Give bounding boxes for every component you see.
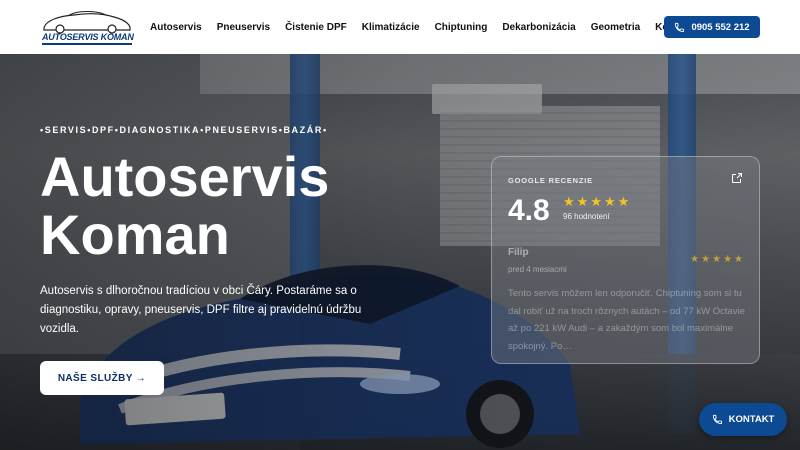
contact-floating-button[interactable]: KONTAKT bbox=[699, 403, 787, 436]
site-header: AUTOSERVIS KOMAN Autoservis Pneuservis Č… bbox=[0, 0, 800, 54]
star-icon: ★ bbox=[617, 194, 630, 209]
nav-chiptuning[interactable]: Chiptuning bbox=[435, 22, 488, 33]
hero-description: Autoservis s dlhoročnou tradíciou v obci… bbox=[40, 285, 362, 335]
nav-cistenie-dpf[interactable]: Čistenie DPF bbox=[285, 22, 347, 33]
hero-tagline: •SERVIS•DPF•DIAGNOSTIKA•PNEUSERVIS•BAZÁR… bbox=[40, 125, 328, 135]
external-link-icon[interactable] bbox=[731, 172, 743, 184]
logo-underline bbox=[42, 43, 132, 45]
reviews-label: GOOGLE RECENZIE bbox=[508, 176, 593, 185]
star-icon: ★ bbox=[563, 194, 575, 209]
star-icon: ★ bbox=[576, 194, 589, 209]
star-icon: ★ bbox=[701, 254, 711, 265]
rating-count: 96 hodnotení bbox=[563, 212, 610, 221]
nav-geometria[interactable]: Geometria bbox=[591, 22, 640, 33]
phone-number: 0905 552 212 bbox=[691, 21, 750, 33]
logo-text: AUTOSERVIS KOMAN bbox=[42, 32, 134, 42]
nav-dekarbonizacia[interactable]: Dekarbonizácia bbox=[502, 22, 575, 33]
services-button[interactable]: NAŠE SLUŽBY → bbox=[40, 361, 164, 395]
title-line-2: Koman bbox=[40, 203, 230, 266]
review-text: Tento servis môžem len odporučiť. Chiptu… bbox=[508, 288, 745, 352]
star-icon: ★ bbox=[723, 254, 733, 265]
star-icon: ★ bbox=[712, 254, 722, 265]
rating-value: 4.8 bbox=[508, 194, 550, 227]
phone-icon bbox=[712, 414, 722, 425]
star-icon: ★ bbox=[603, 194, 616, 209]
review-stars: ★ ★ ★ ★ ★ bbox=[690, 254, 743, 265]
star-icon: ★ bbox=[690, 254, 700, 265]
star-icon: ★ bbox=[734, 254, 743, 265]
car-logo-icon bbox=[43, 11, 131, 34]
nav-klimatizacie[interactable]: Klimatizácie bbox=[362, 22, 420, 33]
review-time: pred 4 mesiacmi bbox=[508, 265, 567, 274]
google-reviews-card[interactable]: GOOGLE RECENZIE 4.8 ★ ★ ★ ★ ★ 96 hodnote… bbox=[491, 156, 760, 364]
nav-pneuservis[interactable]: Pneuservis bbox=[217, 22, 270, 33]
phone-button[interactable]: 0905 552 212 bbox=[664, 16, 760, 38]
nav-autoservis[interactable]: Autoservis bbox=[150, 22, 202, 33]
logo[interactable]: AUTOSERVIS KOMAN bbox=[40, 8, 134, 46]
phone-icon bbox=[675, 22, 685, 32]
page-title: Autoservis Koman bbox=[40, 148, 400, 264]
main-nav: Autoservis Pneuservis Čistenie DPF Klima… bbox=[150, 0, 707, 54]
star-icon: ★ bbox=[590, 194, 602, 209]
reviewer-name: Filip bbox=[508, 247, 529, 258]
contact-label: KONTAKT bbox=[728, 414, 775, 425]
title-line-1: Autoservis bbox=[40, 145, 330, 208]
rating-stars: ★ ★ ★ ★ ★ bbox=[563, 195, 629, 208]
